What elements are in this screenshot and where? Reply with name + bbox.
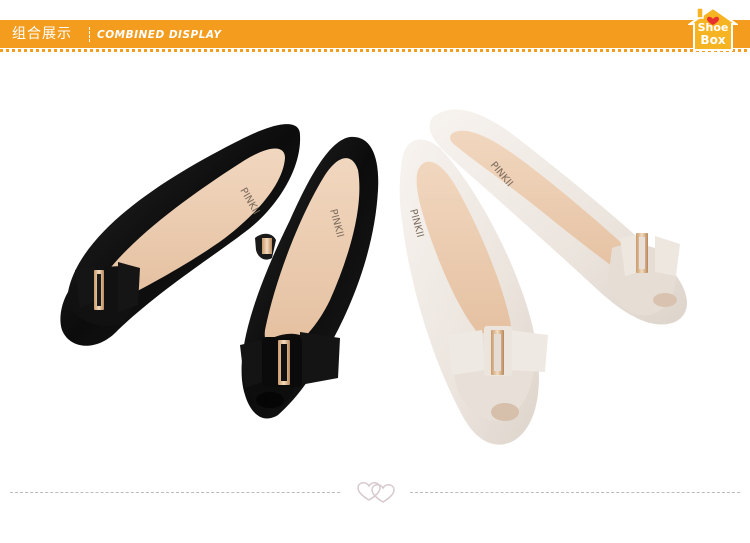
double-heart-icon xyxy=(357,482,395,503)
shoebox-logo: Shoe Box xyxy=(686,6,740,52)
section-title-cn: 组合展示 xyxy=(12,26,72,42)
header-divider xyxy=(0,49,750,52)
logo-text-box: Box xyxy=(700,33,726,47)
footer-divider-right xyxy=(410,492,740,493)
footer-divider-left xyxy=(10,492,340,493)
section-title-en: COMBINED DISPLAY xyxy=(97,29,222,41)
title-separator xyxy=(89,27,90,42)
product-photo: PINKII PINKII PINKII PINKII xyxy=(60,109,687,445)
